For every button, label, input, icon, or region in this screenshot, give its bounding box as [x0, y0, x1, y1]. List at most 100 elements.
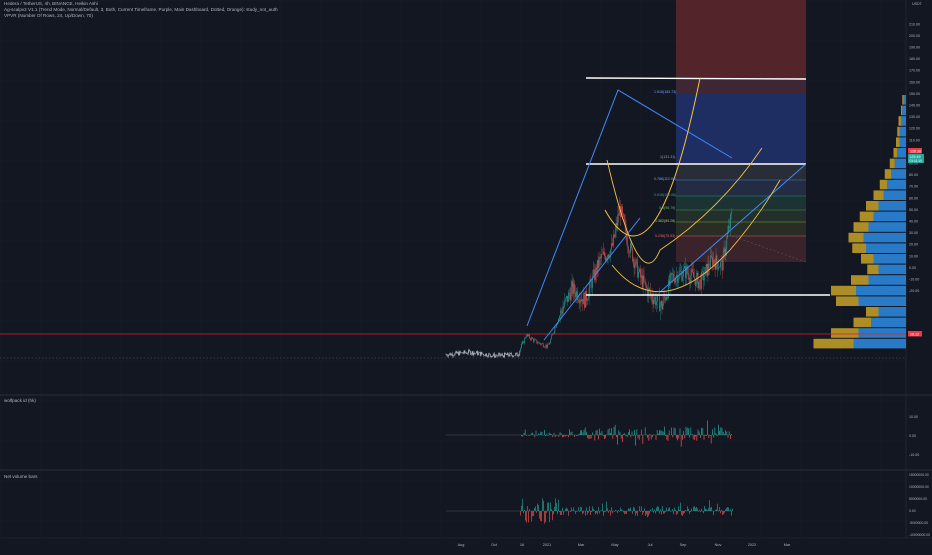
netvol-tick-1: 15000000.00 — [909, 473, 929, 477]
indicator-legend-vpvr[interactable]: VPVR (Number Of Rows, 24, Up/Down, 70) — [4, 13, 93, 19]
netvol-bar — [593, 509, 594, 511]
netvol-bar — [641, 506, 642, 511]
netvol-pane-label[interactable]: Net volume bars — [4, 474, 37, 479]
netvol-bar — [678, 506, 679, 511]
wolfpack-bar — [594, 435, 595, 440]
candle-body — [529, 335, 530, 336]
netvol-bar — [690, 511, 691, 512]
candle-body — [532, 338, 533, 339]
vpvr-bar-down — [885, 169, 891, 179]
wolfpack-pane-label[interactable]: wolfpack id (hk) — [4, 398, 36, 403]
wolfpack-bar — [534, 435, 535, 437]
fib-retracement[interactable] — [676, 164, 806, 262]
candle-body — [630, 243, 631, 253]
candle-body — [537, 340, 538, 343]
netvol-tick-6: -10000000.00 — [909, 533, 930, 537]
wolfpack-bar — [656, 435, 657, 440]
netvol-bar — [674, 508, 675, 511]
wolfpack-bar — [728, 435, 729, 438]
price-axis-tick: 80.00 — [909, 173, 918, 177]
vpvr-bar-up — [869, 222, 907, 232]
netvol-bar — [699, 510, 700, 511]
netvol-bar — [717, 504, 718, 511]
netvol-bar — [547, 503, 548, 511]
netvol-bar — [531, 511, 532, 522]
wolfpack-bar — [562, 435, 563, 437]
time-axis[interactable]: AugOct162021MarMayJulSepNov2022Mar — [458, 543, 791, 547]
time-axis-tick: May — [611, 543, 618, 547]
candle-body — [609, 255, 610, 257]
netvol-bar — [623, 511, 624, 512]
netvol-bar — [551, 509, 552, 511]
candle-body — [699, 282, 700, 288]
netvol-bar — [582, 511, 583, 514]
price-axis-tick: 60.00 — [909, 196, 918, 200]
candle-body — [556, 325, 557, 328]
price-axis-tick: 20.00 — [909, 243, 918, 247]
candle-body — [710, 256, 711, 268]
vpvr-bar-down — [836, 296, 859, 306]
candle-body — [488, 354, 489, 357]
wolfpack-bar — [538, 434, 539, 435]
wolfpack-bar — [669, 430, 670, 435]
price-axis-tick: 10.00 — [909, 254, 918, 258]
wolfpack-bar — [651, 435, 652, 439]
vpvr-bar-up — [874, 212, 907, 222]
position-target-zone[interactable] — [676, 94, 806, 164]
candle-body — [539, 342, 540, 343]
wolfpack-bar — [650, 434, 651, 435]
netvol-bar — [608, 511, 609, 513]
wolfpack-bar — [628, 432, 629, 435]
candle-body — [529, 335, 530, 339]
netvol-bar — [710, 508, 711, 511]
netvol-bar — [588, 511, 589, 513]
candle-body — [657, 295, 658, 302]
candle-body — [506, 354, 507, 355]
candle-body — [704, 276, 705, 281]
fib-label-0236: 0.236(75.53) — [655, 234, 675, 238]
fib-label-0618: 0.618(102.66) — [654, 193, 676, 197]
top-line-white[interactable] — [586, 78, 806, 79]
netvol-bar — [579, 511, 580, 512]
position-stop-zone[interactable] — [676, 0, 806, 79]
netvol-bar — [527, 506, 528, 511]
candle-body — [536, 340, 537, 341]
netvol-bar — [556, 503, 557, 511]
wolfpack-bar — [599, 429, 600, 435]
candle-body — [688, 273, 689, 274]
candle-body — [512, 355, 513, 356]
wolfpack-bar — [544, 430, 545, 435]
vpvr-bar-up — [859, 296, 907, 306]
netvol-bar — [538, 505, 539, 511]
price-axis-tick: 30.00 — [909, 231, 918, 235]
wolfpack-bar — [587, 435, 588, 438]
wolfpack-bar — [566, 435, 567, 436]
netvol-bar — [677, 511, 678, 514]
chart-window[interactable]: 1.618(183.73) 1(131.31) 0.786(112.98) 0.… — [0, 0, 932, 550]
chart-canvas[interactable]: 1.618(183.73) 1(131.31) 0.786(112.98) 0.… — [0, 0, 932, 550]
candle-body — [519, 355, 520, 357]
netvol-bar — [725, 510, 726, 511]
wolfpack-bar — [633, 435, 634, 436]
netvol-bar — [591, 511, 592, 512]
vpvr-bar-up — [902, 106, 906, 116]
candle-body — [671, 273, 672, 274]
wolfpack-bar — [576, 435, 577, 436]
wolfpack-bar — [525, 430, 526, 435]
candle-body — [712, 257, 713, 266]
netvol-bar — [545, 511, 546, 522]
position-stop-zone-lower[interactable] — [676, 79, 806, 94]
wolfpack-bar — [605, 435, 606, 438]
netvol-bar — [639, 506, 640, 511]
vpvr-bar-down — [894, 148, 898, 158]
candle-body — [579, 301, 580, 303]
netvol-bar — [528, 511, 529, 523]
wolfpack-bar — [556, 435, 557, 436]
wolfpack-bar — [548, 435, 549, 436]
candle-body — [457, 352, 458, 353]
candle-body — [691, 276, 692, 283]
wolfpack-bar — [604, 435, 605, 439]
wolfpack-bar — [723, 432, 724, 435]
candle-body — [640, 269, 641, 278]
candle-body — [568, 293, 569, 302]
